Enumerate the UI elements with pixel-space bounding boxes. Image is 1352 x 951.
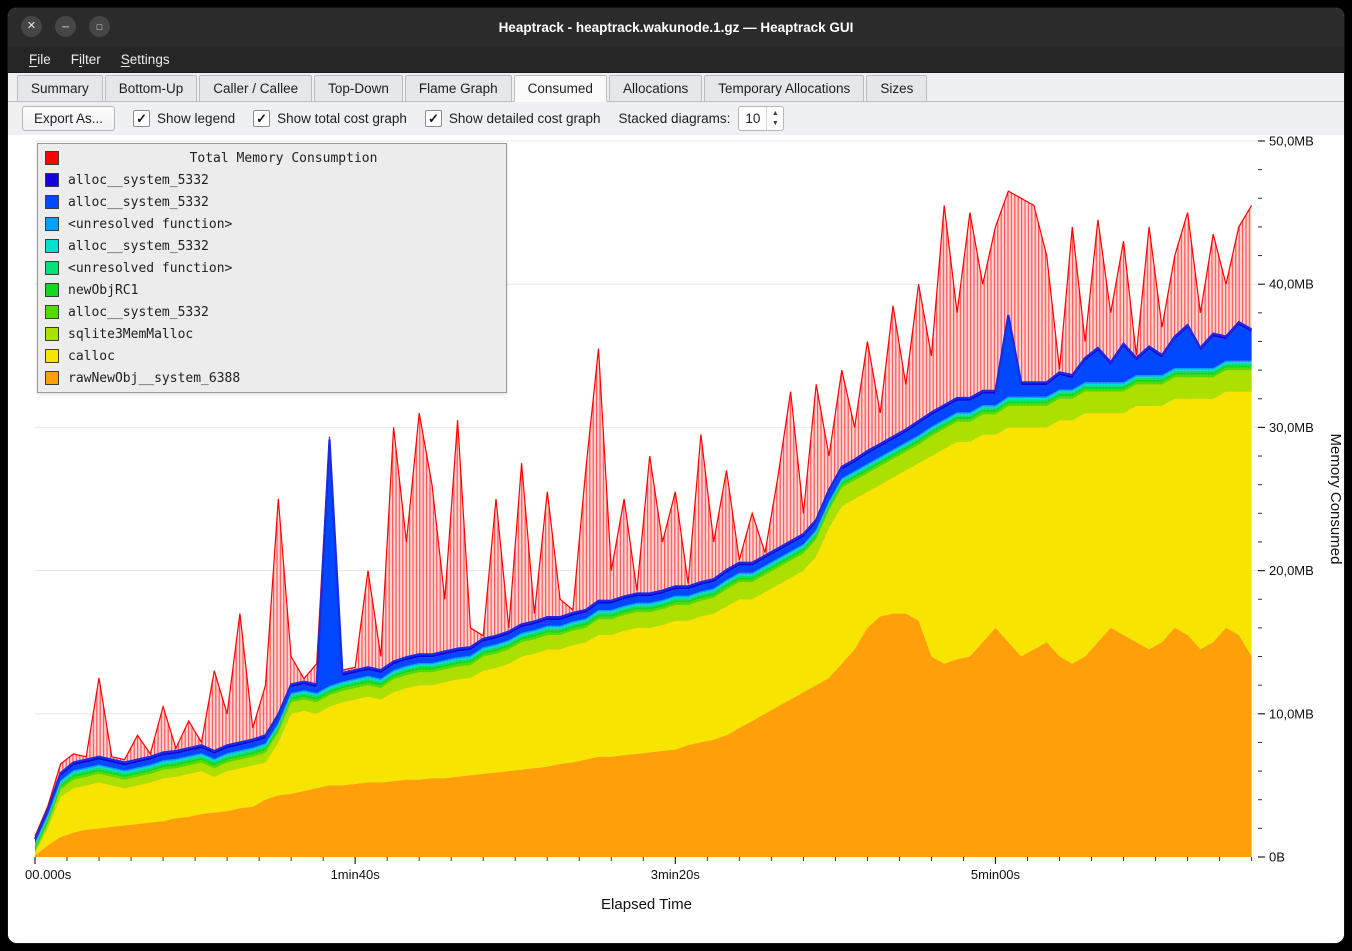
legend-swatch [45,371,59,385]
legend-label: alloc__system_5332 [68,195,209,210]
spin-down-icon[interactable]: ▼ [767,119,783,128]
tab-temporary-allocations[interactable]: Temporary Allocations [704,75,864,102]
maximize-icon: □ [97,23,102,32]
legend-swatch [45,173,59,187]
legend-item: rawNewObj__system_6388 [45,367,499,389]
chart-panel: 0B 10,0MB 20,0MB 30,0MB 40,0MB 50,0MB 00.000s 1… [8,135,1344,943]
toolbar: Export As... ✓ Show legend ✓ Show total cos… [8,102,1344,135]
x-tick-label: 3min20s [651,867,701,882]
window-controls: ✕ ─ □ [21,16,110,37]
menubar: FileFilterSettings [8,46,1344,73]
y-tick-label: 0B [1269,850,1285,865]
stacked-diagrams-value[interactable]: 10 [739,107,766,130]
legend-swatch [45,349,59,363]
export-as-button[interactable]: Export As... [22,106,115,131]
legend-item: calloc [45,345,499,367]
tabbar: SummaryBottom-UpCaller / CalleeTop-DownF… [8,73,1344,102]
titlebar: ✕ ─ □ Heaptrack - heaptrack.wakunode.1.gz … [8,8,1344,46]
tab-caller-callee[interactable]: Caller / Callee [199,75,312,102]
y-tick-label: 10,0MB [1269,706,1314,721]
legend-item: <unresolved function> [45,257,499,279]
legend-swatch [45,283,59,297]
stacked-diagrams-control: Stacked diagrams: 10 ▲ ▼ [619,106,785,131]
legend-item: alloc__system_5332 [45,301,499,323]
y-tick-label: 30,0MB [1269,420,1314,435]
legend-swatch [45,261,59,275]
legend-item: newObjRC1 [45,279,499,301]
x-tick-label: 5min00s [971,867,1021,882]
menu-settings[interactable]: Settings [112,49,179,70]
tab-bottom-up[interactable]: Bottom-Up [105,75,198,102]
legend-label: <unresolved function> [68,217,232,232]
x-tick-label: 00.000s [25,867,72,882]
checkbox-show-detailed-cost-graph[interactable]: ✓ Show detailed cost graph [425,110,601,127]
tab-consumed[interactable]: Consumed [514,75,607,102]
legend-label: Total Memory Consumption [68,151,499,166]
legend-label: alloc__system_5332 [68,173,209,188]
checkbox-box[interactable]: ✓ [253,110,270,127]
window-title: Heaptrack - heaptrack.wakunode.1.gz — He… [8,20,1344,35]
checkbox-show-total-cost-graph[interactable]: ✓ Show total cost graph [253,110,407,127]
legend-swatch [45,327,59,341]
spinner-buttons: ▲ ▼ [766,107,783,130]
maximize-button[interactable]: □ [89,16,110,37]
app-window: ✕ ─ □ Heaptrack - heaptrack.wakunode.1.gz … [8,8,1344,943]
checkbox-label: Show total cost graph [277,111,407,126]
legend-swatch [45,239,59,253]
y-tick-label: 20,0MB [1269,563,1314,578]
tab-top-down[interactable]: Top-Down [314,75,403,102]
legend-item: <unresolved function> [45,213,499,235]
stacked-diagrams-spinbox[interactable]: 10 ▲ ▼ [738,106,784,131]
checkbox-label: Show detailed cost graph [449,111,601,126]
checkbox-show-legend[interactable]: ✓ Show legend [133,110,235,127]
y-axis-label: Memory Consumed [1327,434,1344,565]
menu-filter[interactable]: Filter [62,49,110,70]
checkbox-label: Show legend [157,111,235,126]
stacked-diagrams-label: Stacked diagrams: [619,111,731,126]
y-tick-label: 50,0MB [1269,135,1314,149]
menu-file[interactable]: File [20,49,60,70]
legend-label: rawNewObj__system_6388 [68,371,240,386]
close-button[interactable]: ✕ [21,16,42,37]
tab-summary[interactable]: Summary [17,75,103,102]
legend-item: alloc__system_5332 [45,235,499,257]
close-icon: ✕ [27,21,36,32]
checkbox-group: ✓ Show legend ✓ Show total cost graph ✓ Show … [133,110,601,127]
x-axis-label: Elapsed Time [601,896,692,913]
legend-label: newObjRC1 [68,283,138,298]
legend-label: alloc__system_5332 [68,305,209,320]
legend-item: sqlite3MemMalloc [45,323,499,345]
legend-label: alloc__system_5332 [68,239,209,254]
legend-swatch [45,305,59,319]
tab-sizes[interactable]: Sizes [866,75,927,102]
chart-legend: Total Memory Consumption alloc__system_53… [37,143,507,393]
legend-item: alloc__system_5332 [45,191,499,213]
tab-flame-graph[interactable]: Flame Graph [405,75,512,102]
tab-allocations[interactable]: Allocations [609,75,702,102]
minimize-icon: ─ [62,23,69,33]
legend-label: calloc [68,349,115,364]
checkbox-box[interactable]: ✓ [425,110,442,127]
legend-label: <unresolved function> [68,261,232,276]
legend-title: Total Memory Consumption [45,147,499,169]
legend-swatch [45,151,59,165]
spin-up-icon[interactable]: ▲ [767,109,783,118]
legend-item: alloc__system_5332 [45,169,499,191]
legend-swatch [45,195,59,209]
x-tick-label: 1min40s [331,867,381,882]
y-tick-label: 40,0MB [1269,277,1314,292]
minimize-button[interactable]: ─ [55,16,76,37]
legend-label: sqlite3MemMalloc [68,327,193,342]
checkbox-box[interactable]: ✓ [133,110,150,127]
legend-swatch [45,217,59,231]
